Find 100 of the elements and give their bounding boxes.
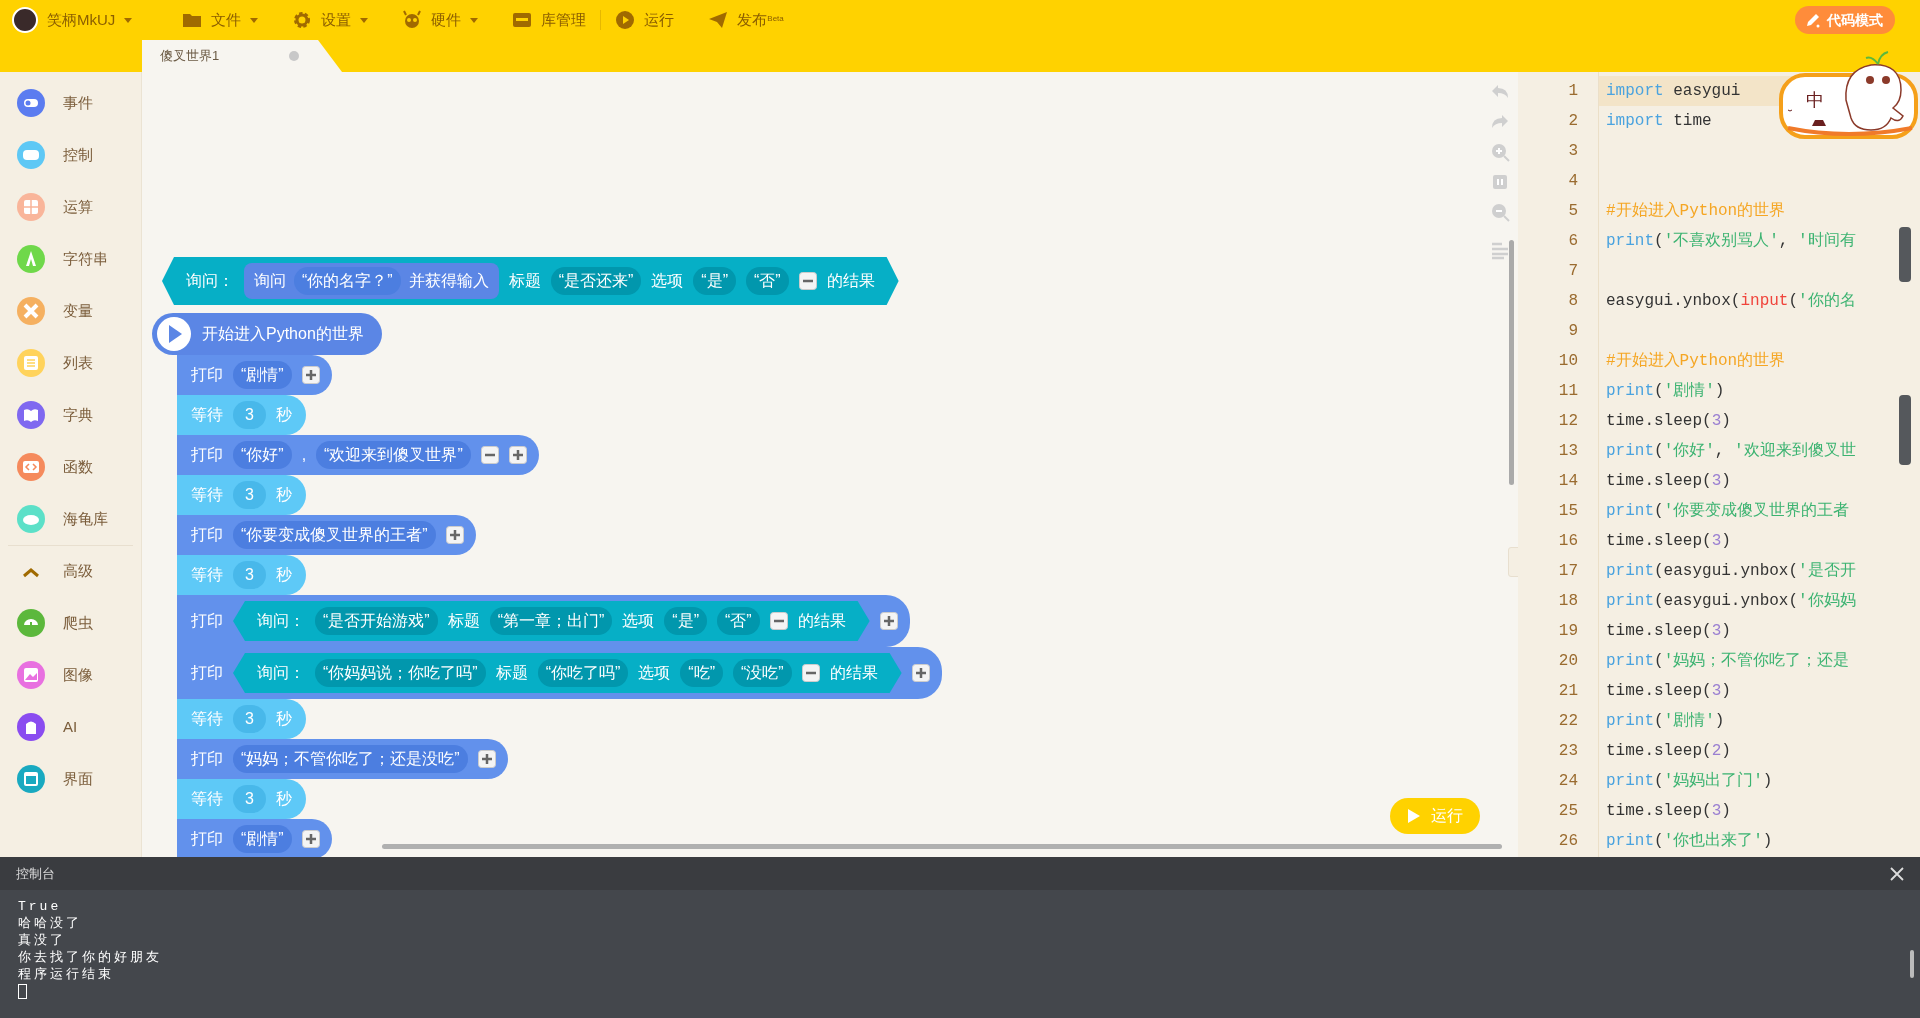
category-label[interactable]: 字典: [63, 403, 93, 427]
scrollbar-thumb[interactable]: [1910, 950, 1914, 978]
number-input[interactable]: 3: [233, 561, 266, 589]
block-label: 等待: [191, 709, 223, 729]
category-label[interactable]: 运算: [63, 195, 93, 219]
category-label[interactable]: 控制: [63, 143, 93, 167]
code-mode-button[interactable]: 代码模式: [1795, 6, 1895, 34]
play-icon[interactable]: [156, 316, 192, 352]
plus-icon[interactable]: [445, 526, 464, 544]
dot-icon[interactable]: [289, 51, 300, 61]
block-label: 秒: [275, 405, 292, 425]
wait-block[interactable]: 等待 3 秒: [177, 699, 306, 739]
text-input[interactable]: “妈妈；不管你吃了；还是没吃”: [233, 745, 468, 773]
print-block[interactable]: 打印 “剧情”: [177, 355, 332, 395]
minus-icon[interactable]: [480, 446, 499, 464]
print-block[interactable]: 打印 “剧情”: [177, 819, 332, 857]
text-input[interactable]: “你好”: [233, 441, 292, 469]
number-input[interactable]: 3: [233, 705, 266, 733]
block-label: 标题: [508, 271, 541, 291]
scrollbar-thumb[interactable]: [1509, 240, 1514, 485]
start-block[interactable]: 开始进入Python的世界: [152, 313, 382, 355]
caret-icon[interactable]: [124, 17, 133, 23]
category-label[interactable]: 海龟库: [63, 507, 108, 531]
menu-item[interactable]: 文件: [182, 8, 259, 32]
category-label[interactable]: 爬虫: [63, 611, 93, 635]
text-input[interactable]: “是否开始游戏”: [315, 607, 438, 635]
caret-icon[interactable]: [360, 17, 369, 23]
code-line: time.sleep(2): [1605, 741, 1732, 762]
plus-icon[interactable]: [508, 446, 527, 464]
text-input[interactable]: “吃”: [680, 659, 723, 687]
text-input[interactable]: “剧情”: [233, 361, 292, 389]
line-number: 15: [1557, 501, 1579, 522]
plus-icon[interactable]: [301, 366, 320, 384]
print-block[interactable]: 打印 询问： “是否开始游戏” 标题 “第一章；出门” 选项 “是” “否” 的结果: [177, 595, 910, 647]
caret-icon[interactable]: [470, 17, 479, 23]
minus-icon[interactable]: [769, 612, 788, 630]
menu-item[interactable]: 硬件: [402, 8, 479, 32]
category-label[interactable]: 事件: [63, 91, 93, 115]
plus-icon[interactable]: [879, 612, 898, 630]
wait-block[interactable]: 等待 3 秒: [177, 779, 306, 819]
text-input[interactable]: “是”: [664, 607, 707, 635]
scrollbar-thumb[interactable]: [1899, 227, 1911, 282]
plus-icon[interactable]: [477, 750, 496, 768]
number-input[interactable]: 3: [233, 481, 266, 509]
text-input[interactable]: “是”: [693, 267, 736, 295]
console-output-line: 你去找了你的好朋友: [18, 949, 163, 966]
text-input[interactable]: “你妈妈说；你吃了吗”: [315, 659, 486, 687]
text-input[interactable]: “剧情”: [233, 825, 292, 853]
plus-icon[interactable]: [911, 664, 930, 682]
category-label[interactable]: 高级: [63, 560, 93, 583]
wait-block[interactable]: 等待 3 秒: [177, 555, 306, 595]
category-label[interactable]: 图像: [63, 663, 93, 687]
menu-item[interactable]: 设置: [292, 8, 369, 32]
print-block[interactable]: 打印 “妈妈；不管你吃了；还是没吃”: [177, 739, 508, 779]
text-input[interactable]: “是否还来”: [550, 267, 642, 295]
category-label[interactable]: 界面: [63, 767, 93, 791]
splitter-handle[interactable]: [1508, 547, 1518, 577]
number-input[interactable]: 3: [233, 401, 266, 429]
menu-item[interactable]: 库管理: [512, 8, 587, 32]
block-label: 打印: [191, 829, 223, 849]
ask-block[interactable]: 询问： “你妈妈说；你吃了吗” 标题 “你吃了吗” 选项 “吃” “没吃” 的结果: [233, 653, 902, 693]
scrollbar-thumb[interactable]: [382, 844, 1502, 849]
line-number: 23: [1557, 741, 1579, 762]
input-block[interactable]: 询问 “你的名字？” 并获得输入: [244, 263, 499, 299]
minus-icon[interactable]: [798, 272, 817, 290]
minus-icon[interactable]: [801, 664, 820, 682]
category-label[interactable]: AI: [63, 715, 78, 739]
gear-icon: [292, 10, 313, 30]
plus-icon[interactable]: [301, 830, 320, 848]
text-input[interactable]: “没吃”: [732, 659, 792, 687]
text-input[interactable]: “你要变成傻叉世界的王者”: [233, 521, 436, 549]
text-input[interactable]: “否”: [745, 267, 789, 295]
wait-block[interactable]: 等待 3 秒: [177, 475, 306, 515]
category-label[interactable]: 变量: [63, 299, 93, 323]
category-label[interactable]: 函数: [63, 455, 93, 479]
ask-block[interactable]: 询问： 询问 “你的名字？” 并获得输入 标题 “是否还来” 选项 “是” “否” 的结果: [162, 257, 899, 305]
menu-item[interactable]: 运行: [615, 8, 675, 32]
line-number: 12: [1557, 411, 1579, 432]
category-label[interactable]: 字符串: [63, 247, 108, 271]
number-input[interactable]: 3: [233, 785, 266, 813]
text-input[interactable]: “否”: [716, 607, 760, 635]
ask-block[interactable]: 询问： “是否开始游戏” 标题 “第一章；出门” 选项 “是” “否” 的结果: [233, 601, 870, 641]
text-input[interactable]: “第一章；出门”: [489, 607, 613, 635]
text-input[interactable]: “你吃了吗”: [537, 659, 629, 687]
menu-item[interactable]: 发布$^{Beta}$: [708, 8, 784, 32]
align-icon[interactable]: [1490, 240, 1510, 260]
print-block[interactable]: 打印 “你要变成傻叉世界的王者”: [177, 515, 476, 555]
user-name[interactable]: 笑柄MkUJ: [47, 8, 116, 32]
print-block[interactable]: 打印 询问： “你妈妈说；你吃了吗” 标题 “你吃了吗” 选项 “吃” “没吃” 的结果: [177, 647, 942, 699]
line-number: 26: [1557, 831, 1579, 852]
category-label[interactable]: 列表: [63, 351, 93, 375]
print-block[interactable]: 打印 “你好” , “欢迎来到傻叉世界”: [177, 435, 539, 475]
wait-block[interactable]: 等待 3 秒: [177, 395, 306, 435]
close-icon[interactable]: [1890, 866, 1904, 881]
code-line: print(easygui.ynbox('你妈妈: [1605, 591, 1857, 612]
caret-icon[interactable]: [250, 17, 259, 23]
text-input[interactable]: “欢迎来到傻叉世界”: [316, 441, 471, 469]
file-tab[interactable]: 傻叉世界1: [142, 40, 342, 72]
text-input[interactable]: “你的名字？”: [294, 267, 401, 295]
scrollbar-thumb[interactable]: [1899, 395, 1911, 465]
